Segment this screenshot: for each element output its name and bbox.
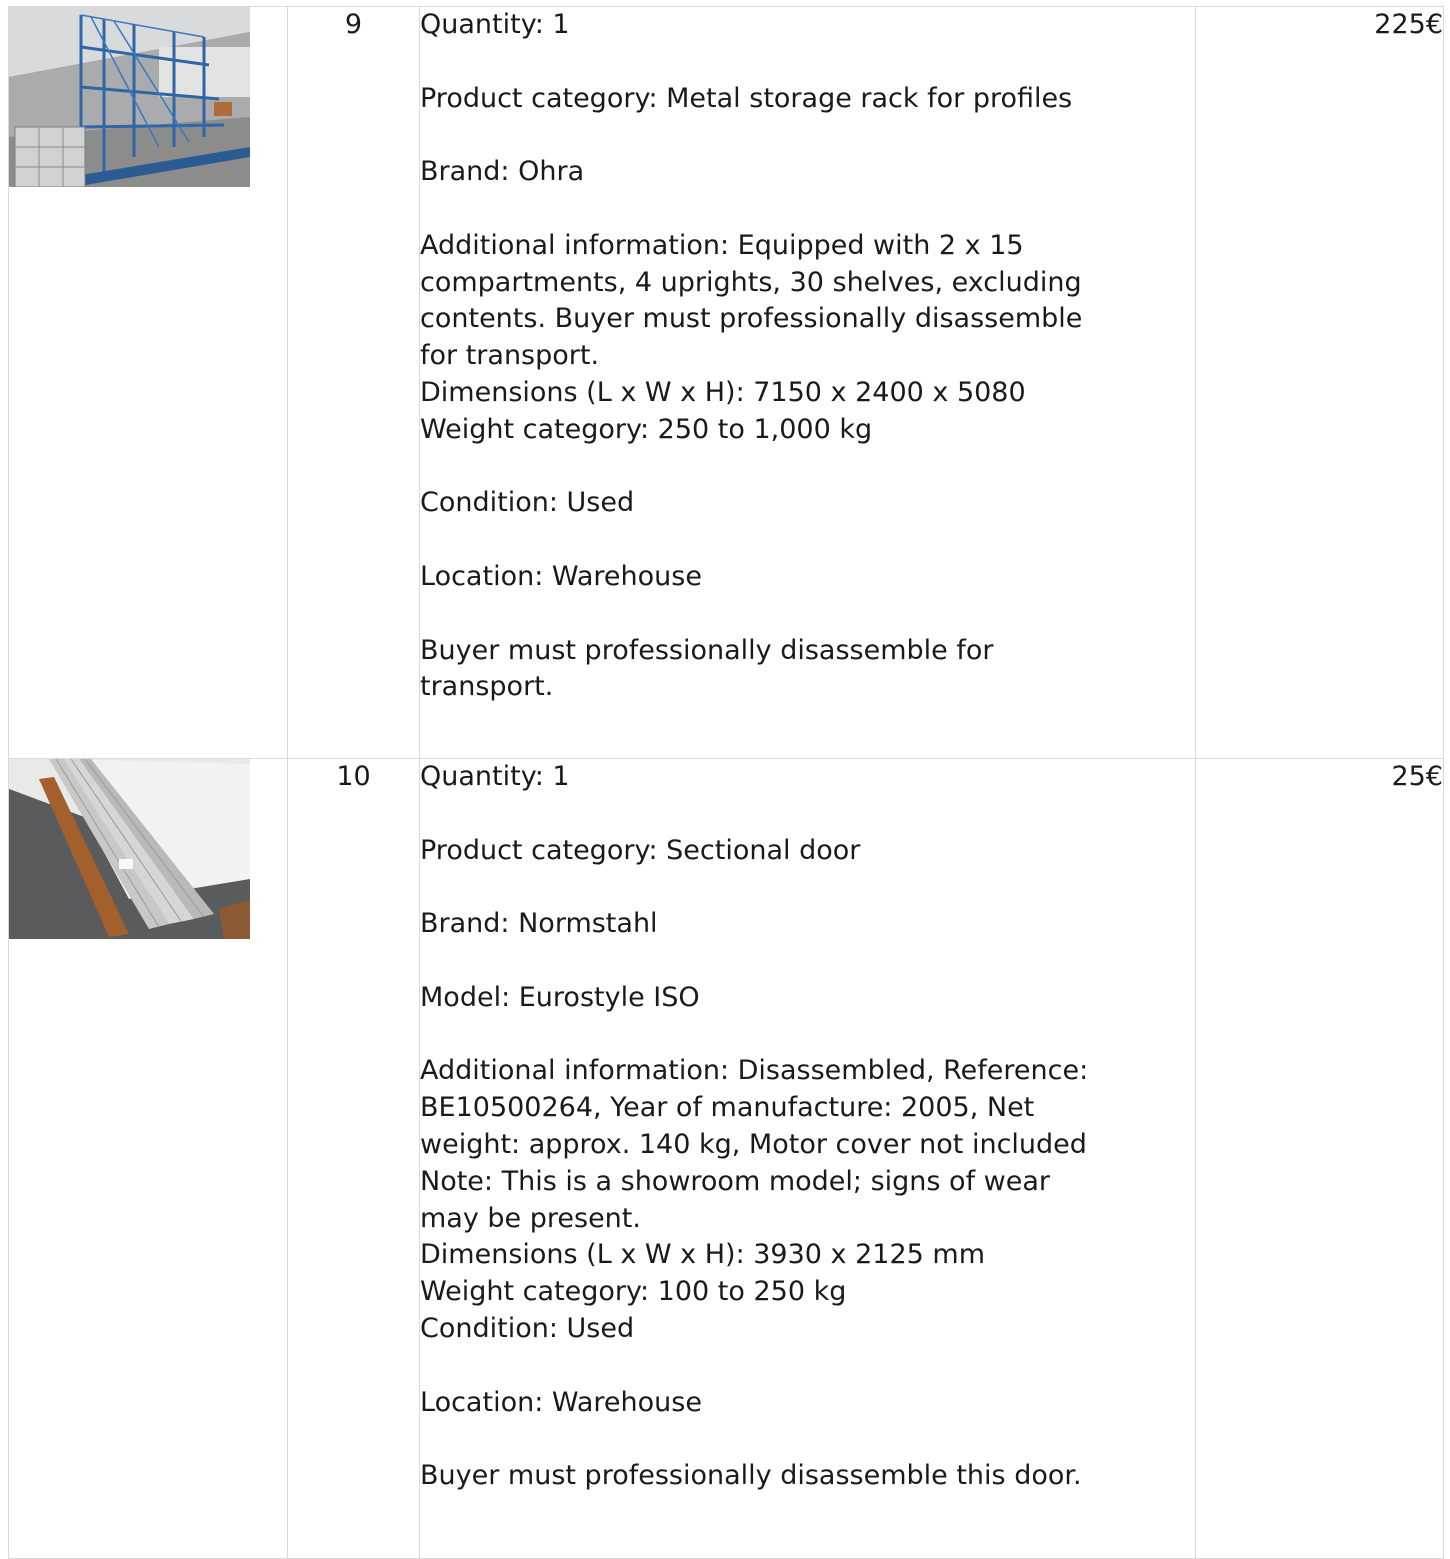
description-line: compartments, 4 uprights, 30 shelves, ex…	[420, 266, 1082, 298]
description-line: Condition: Used	[420, 1312, 635, 1344]
description-line: Additional information: Disassembled, Re…	[420, 1055, 1089, 1087]
lot-price: 25€	[1195, 758, 1444, 1559]
description-line: Brand: Normstahl	[420, 908, 658, 940]
description-line: Product category: Sectional door	[420, 834, 861, 866]
description-paragraph: Condition: Used	[420, 485, 1195, 522]
image-cell	[8, 6, 288, 759]
description-paragraph: Product category: Metal storage rack for…	[420, 81, 1195, 118]
description-paragraph: Buyer must professionally disassemble fo…	[420, 633, 1195, 707]
lot-description: Quantity: 1 Product category: Sectional …	[419, 758, 1196, 1559]
image-cell	[8, 758, 288, 1559]
description-line: may be present.	[420, 1202, 641, 1234]
description-line: Product category: Metal storage rack for…	[420, 82, 1073, 114]
description-line: Condition: Used	[420, 487, 635, 519]
description-line: transport.	[420, 671, 554, 703]
description-paragraph: Product category: Sectional door	[420, 833, 1195, 870]
description-line: Weight category: 250 to 1,000 kg	[420, 413, 873, 445]
description-line: Additional information: Equipped with 2 …	[420, 229, 1024, 261]
description-line: Buyer must professionally disassemble th…	[420, 1460, 1082, 1492]
description-line: Note: This is a showroom model; signs of…	[420, 1165, 1051, 1197]
lot-photo-storage-rack[interactable]	[9, 7, 250, 187]
description-line: Model: Eurostyle ISO	[420, 981, 700, 1013]
description-line: Buyer must professionally disassemble fo…	[420, 634, 994, 666]
description-line: weight: approx. 140 kg, Motor cover not …	[420, 1128, 1087, 1160]
description-line: Weight category: 100 to 250 kg	[420, 1276, 847, 1308]
description-line: contents. Buyer must professionally disa…	[420, 303, 1083, 335]
lot-description: Quantity: 1 Product category: Metal stor…	[419, 6, 1196, 759]
description-line: for transport.	[420, 340, 600, 372]
description-paragraph: Additional information: Equipped with 2 …	[420, 228, 1195, 449]
description-line: BE10500264, Year of manufacture: 2005, N…	[420, 1092, 1035, 1124]
description-paragraph: Model: Eurostyle ISO	[420, 980, 1195, 1017]
description-paragraph: Quantity: 1	[420, 7, 1195, 44]
lot-photo-sectional-door[interactable]	[9, 759, 250, 939]
lot-price: 225€	[1195, 6, 1444, 759]
description-line: Dimensions (L x W x H): 3930 x 2125 mm	[420, 1239, 985, 1271]
description-line: Location: Warehouse	[420, 560, 702, 592]
lots-table: 9 Quantity: 1 Product category: Metal st…	[8, 6, 1444, 1559]
description-line: Location: Warehouse	[420, 1386, 702, 1418]
description-paragraph: Brand: Ohra	[420, 154, 1195, 191]
description-line: Dimensions (L x W x H): 7150 x 2400 x 50…	[420, 376, 1026, 408]
description-paragraph: Brand: Normstahl	[420, 906, 1195, 943]
lot-number: 9	[287, 6, 420, 759]
description-line: Quantity: 1	[420, 761, 570, 792]
description-paragraph: Location: Warehouse	[420, 559, 1195, 596]
description-line: Quantity: 1	[420, 9, 570, 40]
description-paragraph: Quantity: 1	[420, 759, 1195, 796]
table-row: 10 Quantity: 1 Product category: Section…	[8, 758, 1444, 1559]
lot-number: 10	[287, 758, 420, 1559]
table-row: 9 Quantity: 1 Product category: Metal st…	[8, 6, 1444, 759]
description-line: Brand: Ohra	[420, 156, 585, 188]
description-paragraph: Location: Warehouse	[420, 1385, 1195, 1422]
description-paragraph: Additional information: Disassembled, Re…	[420, 1053, 1195, 1347]
description-paragraph: Buyer must professionally disassemble th…	[420, 1458, 1195, 1495]
